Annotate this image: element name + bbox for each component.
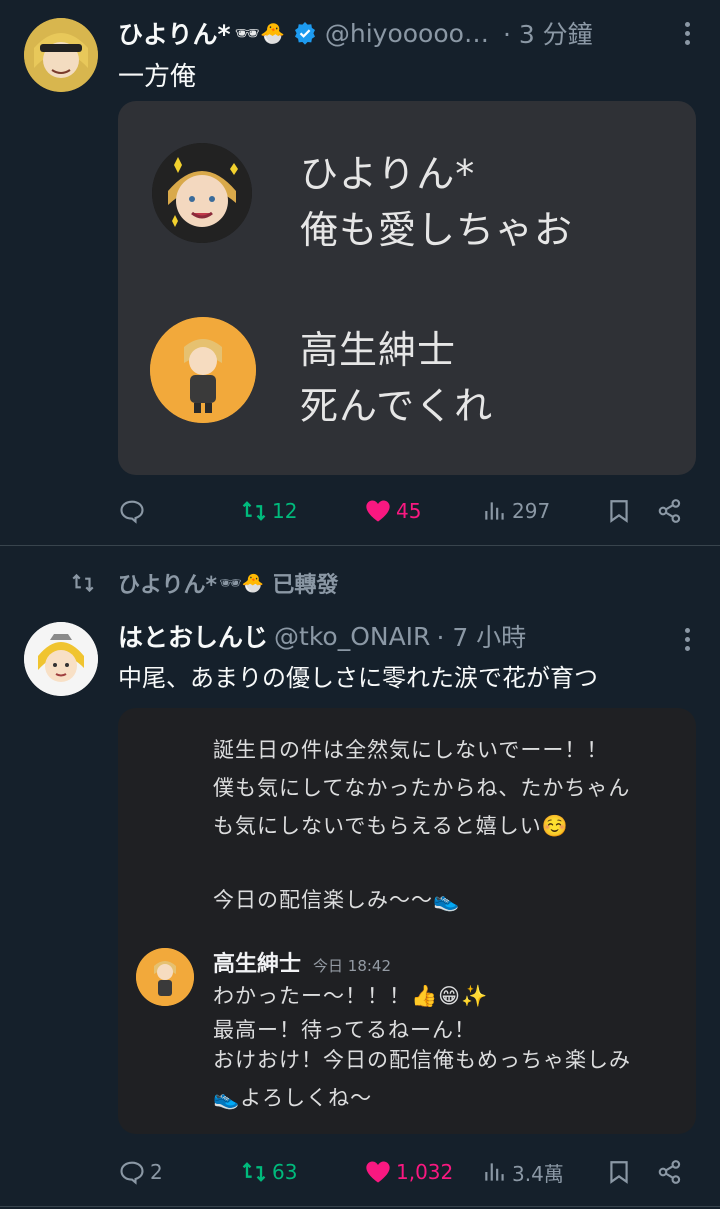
- tweet-header: はとおしんじ @tko_ONAIR · 7 小時: [118, 617, 526, 655]
- media-image[interactable]: 誕生日の件は全然気にしないでーー！！ 僕も気にしてなかったからね、たかちゃん も…: [118, 708, 696, 1134]
- reply-count: 2: [150, 1160, 163, 1184]
- media-image[interactable]: ひよりん* 俺も愛しちゃお 高生紳士 死んでくれ: [118, 101, 696, 475]
- retweet-count: 63: [272, 1160, 298, 1184]
- bookmark-icon: [610, 500, 628, 523]
- chat-reply-avatar: [136, 948, 194, 1006]
- chat-text-line-2: 僕も気にしてなかったからね、たかちゃん: [213, 776, 631, 800]
- reply-icon: [120, 500, 144, 524]
- tweet-text: 一方俺: [118, 62, 197, 92]
- heart-icon: [366, 1161, 390, 1183]
- handle[interactable]: @tko_ONAIR: [274, 622, 430, 651]
- views-count: 3.4萬: [512, 1161, 564, 1186]
- share-button[interactable]: [656, 1158, 684, 1186]
- share-icon: [658, 1160, 681, 1184]
- more-options-icon[interactable]: [684, 628, 690, 651]
- chat-text-line-1: 誕生日の件は全然気にしないでーー！！: [213, 738, 609, 762]
- retweet-icon: [242, 1162, 266, 1182]
- chat-text-line-3: も気にしないでもらえると嬉しい☺️: [213, 814, 569, 838]
- avatar[interactable]: [24, 18, 98, 92]
- reply-button[interactable]: [118, 497, 150, 525]
- chat-text-2: 死んでくれ: [300, 384, 494, 428]
- chat-reply-name: 高生紳士: [213, 952, 302, 977]
- heart-icon: [366, 500, 390, 522]
- chat-text-line-4: 今日の配信楽しみ〜〜👟: [213, 888, 461, 912]
- tweet-2: はとおしんじ @tko_ONAIR · 7 小時 中尾、あまりの優しさに零れた涙…: [0, 600, 720, 1200]
- chat-reply-line-4: 👟よろしくね〜: [213, 1086, 373, 1110]
- share-icon: [658, 499, 681, 523]
- chat-text-1: 俺も愛しちゃお: [300, 208, 574, 252]
- chat-avatar-1: [152, 143, 252, 243]
- chat-reply-line-1: わかったー〜！！！👍😁✨: [213, 984, 489, 1008]
- verified-badge-icon: [293, 21, 317, 45]
- reply-icon: [120, 1161, 144, 1185]
- tweet-divider: [0, 1206, 720, 1207]
- repost-emojis: 🕶🐣: [219, 572, 265, 594]
- views-button[interactable]: 297: [482, 498, 550, 524]
- repost-indicator[interactable]: ひよりん* 🕶🐣 已轉發: [68, 566, 338, 600]
- share-button[interactable]: [656, 497, 684, 525]
- timestamp[interactable]: · 3 分鐘: [503, 15, 593, 51]
- chat-name-2: 高生紳士: [300, 328, 457, 372]
- like-count: 1,032: [396, 1160, 454, 1184]
- repost-user: ひよりん*: [118, 573, 218, 598]
- like-button[interactable]: 45: [364, 497, 421, 525]
- retweet-icon: [242, 501, 266, 521]
- avatar[interactable]: [24, 622, 98, 696]
- views-icon: [485, 502, 504, 520]
- like-count: 45: [396, 499, 422, 523]
- chat-reply-line-3: おけおけ！今日の配信俺もめっちゃ楽しみ: [213, 1048, 631, 1072]
- chat-avatar-2: [150, 317, 256, 423]
- display-name[interactable]: はとおしんじ: [118, 618, 268, 654]
- more-options-icon[interactable]: [684, 22, 690, 45]
- chat-reply-header: 高生紳士 今日 18:42: [213, 946, 391, 978]
- chat-reply-line-2: 最高ー！待ってるねーん！: [213, 1018, 476, 1042]
- views-icon: [485, 1163, 504, 1181]
- repost-label: 已轉發: [272, 573, 339, 598]
- views-button[interactable]: 3.4萬: [482, 1158, 564, 1187]
- views-count: 297: [512, 499, 551, 523]
- retweet-count: 12: [272, 499, 298, 523]
- bookmark-icon: [610, 1161, 628, 1184]
- timestamp[interactable]: · 7 小時: [436, 618, 526, 654]
- tweet-actions: 12 45 297: [118, 491, 688, 531]
- bookmark-button[interactable]: [606, 497, 632, 525]
- handle[interactable]: @hiyooooo…: [325, 19, 489, 48]
- tweet-text: 中尾、あまりの優しさに零れた涙で花が育つ: [118, 664, 598, 692]
- chat-reply-time: 今日 18:42: [313, 957, 392, 975]
- tweet-1: ひよりん* 🕶🐣 @hiyooooo… · 3 分鐘 一方俺 ひよりん* 俺も愛…: [0, 0, 720, 545]
- tweet-header: ひよりん* 🕶🐣 @hiyooooo… · 3 分鐘: [118, 14, 593, 52]
- retweet-button[interactable]: 12: [240, 497, 297, 525]
- like-button[interactable]: 1,032: [364, 1158, 453, 1186]
- retweet-icon: [72, 573, 94, 593]
- reply-button[interactable]: 2: [118, 1158, 163, 1186]
- display-name[interactable]: ひよりん*: [118, 15, 231, 51]
- tweet-actions: 2 63 1,032 3.4萬: [118, 1152, 688, 1192]
- bookmark-button[interactable]: [606, 1158, 632, 1186]
- name-emojis: 🕶🐣: [234, 21, 285, 45]
- retweet-button[interactable]: 63: [240, 1158, 297, 1186]
- tweet-divider: [0, 545, 720, 546]
- chat-name-1: ひよりん*: [300, 152, 476, 196]
